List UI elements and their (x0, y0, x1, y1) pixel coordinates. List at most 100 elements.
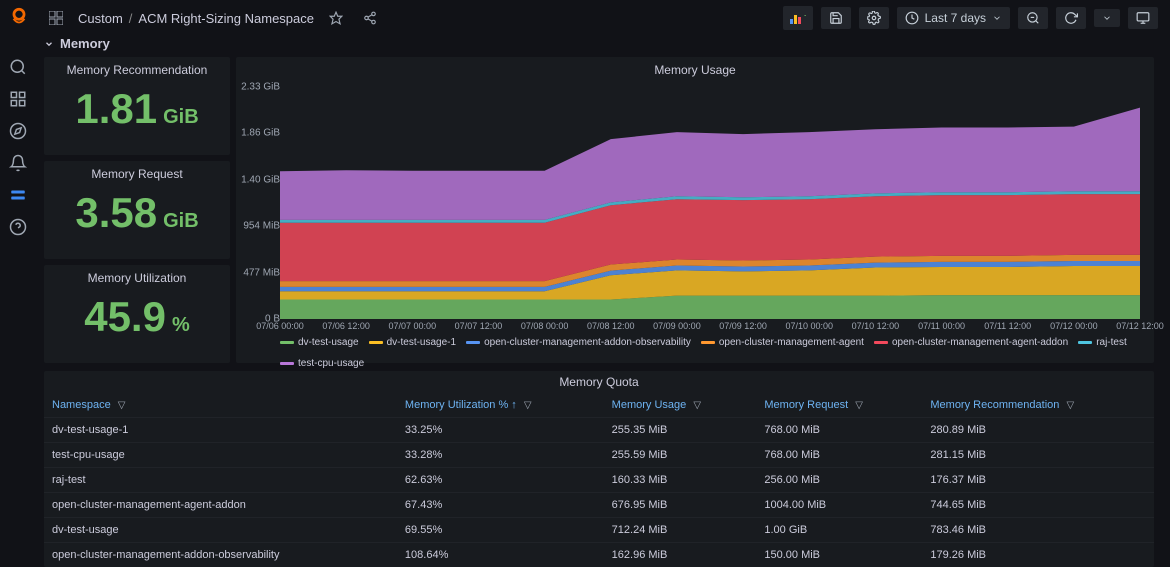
stat-unit: % (172, 314, 190, 337)
breadcrumb-dashboard[interactable]: ACM Right-Sizing Namespace (138, 11, 314, 26)
legend-swatch (280, 362, 294, 365)
settings-button[interactable] (859, 7, 889, 29)
table-row[interactable]: raj-test62.63%160.33 MiB256.00 MiB176.37… (44, 468, 1154, 493)
x-tick-label: 07/12 12:00 (1116, 321, 1164, 331)
legend-item[interactable]: open-cluster-management-agent-addon (874, 337, 1068, 348)
table-cell: 281.15 MiB (922, 443, 1154, 468)
breadcrumb-separator: / (129, 11, 133, 26)
explore-icon[interactable] (9, 122, 27, 140)
x-tick-label: 07/06 00:00 (256, 321, 304, 331)
table-row[interactable]: dv-test-usage69.55%712.24 MiB1.00 GiB783… (44, 518, 1154, 543)
table-cell: 176.37 MiB (922, 468, 1154, 493)
panel-title: Memory Utilization (44, 265, 230, 287)
panel-memory-utilization[interactable]: Memory Utilization 45.9 % (44, 265, 230, 363)
table-row[interactable]: open-cluster-management-addon-observabil… (44, 543, 1154, 567)
table-row[interactable]: test-cpu-usage33.28%255.59 MiB768.00 MiB… (44, 443, 1154, 468)
panel-memory-recommendation[interactable]: Memory Recommendation 1.81 GiB (44, 57, 230, 155)
time-picker-label: Last 7 days (925, 11, 986, 25)
svg-text:+: + (804, 12, 806, 20)
y-tick-label: 1.40 GiB (241, 174, 280, 185)
y-tick-label: 1.86 GiB (241, 128, 280, 139)
filter-icon[interactable]: ▽ (693, 400, 701, 411)
table-cell: 1004.00 MiB (756, 493, 922, 518)
table-cell: 255.59 MiB (604, 443, 757, 468)
x-tick-label: 07/12 00:00 (1050, 321, 1098, 331)
stat-unit: GiB (163, 210, 199, 233)
configuration-icon[interactable] (9, 186, 27, 204)
column-header[interactable]: Memory Request ▽ (756, 393, 922, 418)
dashboard-grid-icon[interactable] (44, 6, 68, 30)
refresh-button[interactable] (1056, 7, 1086, 29)
table-cell: 768.00 MiB (756, 418, 922, 443)
save-dashboard-button[interactable] (821, 7, 851, 29)
panel-memory-request[interactable]: Memory Request 3.58 GiB (44, 161, 230, 259)
grafana-logo-icon[interactable] (8, 6, 30, 28)
legend-item[interactable]: dv-test-usage (280, 337, 359, 348)
column-header[interactable]: Memory Utilization % ↑ ▽ (397, 393, 604, 418)
legend-item[interactable]: raj-test (1078, 337, 1127, 348)
panel-title: Memory Usage (236, 57, 1154, 79)
table-cell: 33.28% (397, 443, 604, 468)
legend-label: open-cluster-management-agent-addon (892, 337, 1068, 348)
table-cell: 108.64% (397, 543, 604, 567)
stat-unit: GiB (163, 106, 199, 129)
x-tick-label: 07/10 00:00 (785, 321, 833, 331)
table-row[interactable]: dv-test-usage-133.25%255.35 MiB768.00 Mi… (44, 418, 1154, 443)
table-cell: 160.33 MiB (604, 468, 757, 493)
x-tick-label: 07/08 12:00 (587, 321, 635, 331)
table-cell: 676.95 MiB (604, 493, 757, 518)
column-header[interactable]: Memory Recommendation ▽ (922, 393, 1154, 418)
search-icon[interactable] (9, 58, 27, 76)
add-panel-button[interactable]: + (783, 6, 813, 30)
refresh-dropdown-button[interactable] (1094, 9, 1120, 27)
legend-swatch (280, 341, 294, 344)
topbar: Custom / ACM Right-Sizing Namespace + La… (0, 0, 1170, 36)
alerting-icon[interactable] (9, 154, 27, 172)
row-toggle-memory[interactable]: Memory (44, 36, 1154, 51)
table-cell: 768.00 MiB (756, 443, 922, 468)
breadcrumb-folder[interactable]: Custom (78, 11, 123, 26)
legend-item[interactable]: open-cluster-management-addon-observabil… (466, 337, 691, 348)
table-cell: 33.25% (397, 418, 604, 443)
legend-swatch (369, 341, 383, 344)
column-header[interactable]: Namespace ▽ (44, 393, 397, 418)
x-tick-label: 07/09 12:00 (719, 321, 767, 331)
tv-mode-button[interactable] (1128, 7, 1158, 29)
zoom-out-button[interactable] (1018, 7, 1048, 29)
legend-item[interactable]: open-cluster-management-agent (701, 337, 864, 348)
legend-swatch (701, 341, 715, 344)
table-cell: 280.89 MiB (922, 418, 1154, 443)
filter-icon[interactable]: ▽ (855, 400, 863, 411)
legend-item[interactable]: test-cpu-usage (280, 358, 364, 369)
filter-icon[interactable]: ▽ (118, 400, 126, 411)
table-cell: 1.00 GiB (756, 518, 922, 543)
legend-swatch (1078, 341, 1092, 344)
panel-memory-usage-chart[interactable]: Memory Usage 2.33 GiB1.86 GiB1.40 GiB954… (236, 57, 1154, 363)
star-icon[interactable] (324, 6, 348, 30)
table-cell: raj-test (44, 468, 397, 493)
legend-label: open-cluster-management-agent (719, 337, 864, 348)
filter-icon[interactable]: ▽ (1066, 400, 1074, 411)
panel-memory-quota-table[interactable]: Memory Quota Namespace ▽Memory Utilizati… (44, 371, 1154, 567)
breadcrumb[interactable]: Custom / ACM Right-Sizing Namespace (78, 11, 314, 26)
table-cell: 256.00 MiB (756, 468, 922, 493)
column-header[interactable]: Memory Usage ▽ (604, 393, 757, 418)
x-tick-label: 07/08 00:00 (521, 321, 569, 331)
table-cell: 255.35 MiB (604, 418, 757, 443)
chart-legend: dv-test-usage dv-test-usage-1 open-cluster… (280, 337, 1140, 369)
filter-icon[interactable]: ▽ (524, 400, 532, 411)
table-row[interactable]: open-cluster-management-agent-addon67.43… (44, 493, 1154, 518)
stat-value: 45.9 (84, 293, 166, 341)
dashboards-icon[interactable] (9, 90, 27, 108)
table-cell: 67.43% (397, 493, 604, 518)
help-icon[interactable] (9, 218, 27, 236)
legend-item[interactable]: dv-test-usage-1 (369, 337, 456, 348)
table-cell: 179.26 MiB (922, 543, 1154, 567)
time-picker-button[interactable]: Last 7 days (897, 7, 1010, 29)
table-cell: 69.55% (397, 518, 604, 543)
x-tick-label: 07/07 12:00 (455, 321, 503, 331)
table-cell: test-cpu-usage (44, 443, 397, 468)
share-icon[interactable] (358, 6, 382, 30)
x-tick-label: 07/10 12:00 (852, 321, 900, 331)
x-tick-label: 07/09 00:00 (653, 321, 701, 331)
